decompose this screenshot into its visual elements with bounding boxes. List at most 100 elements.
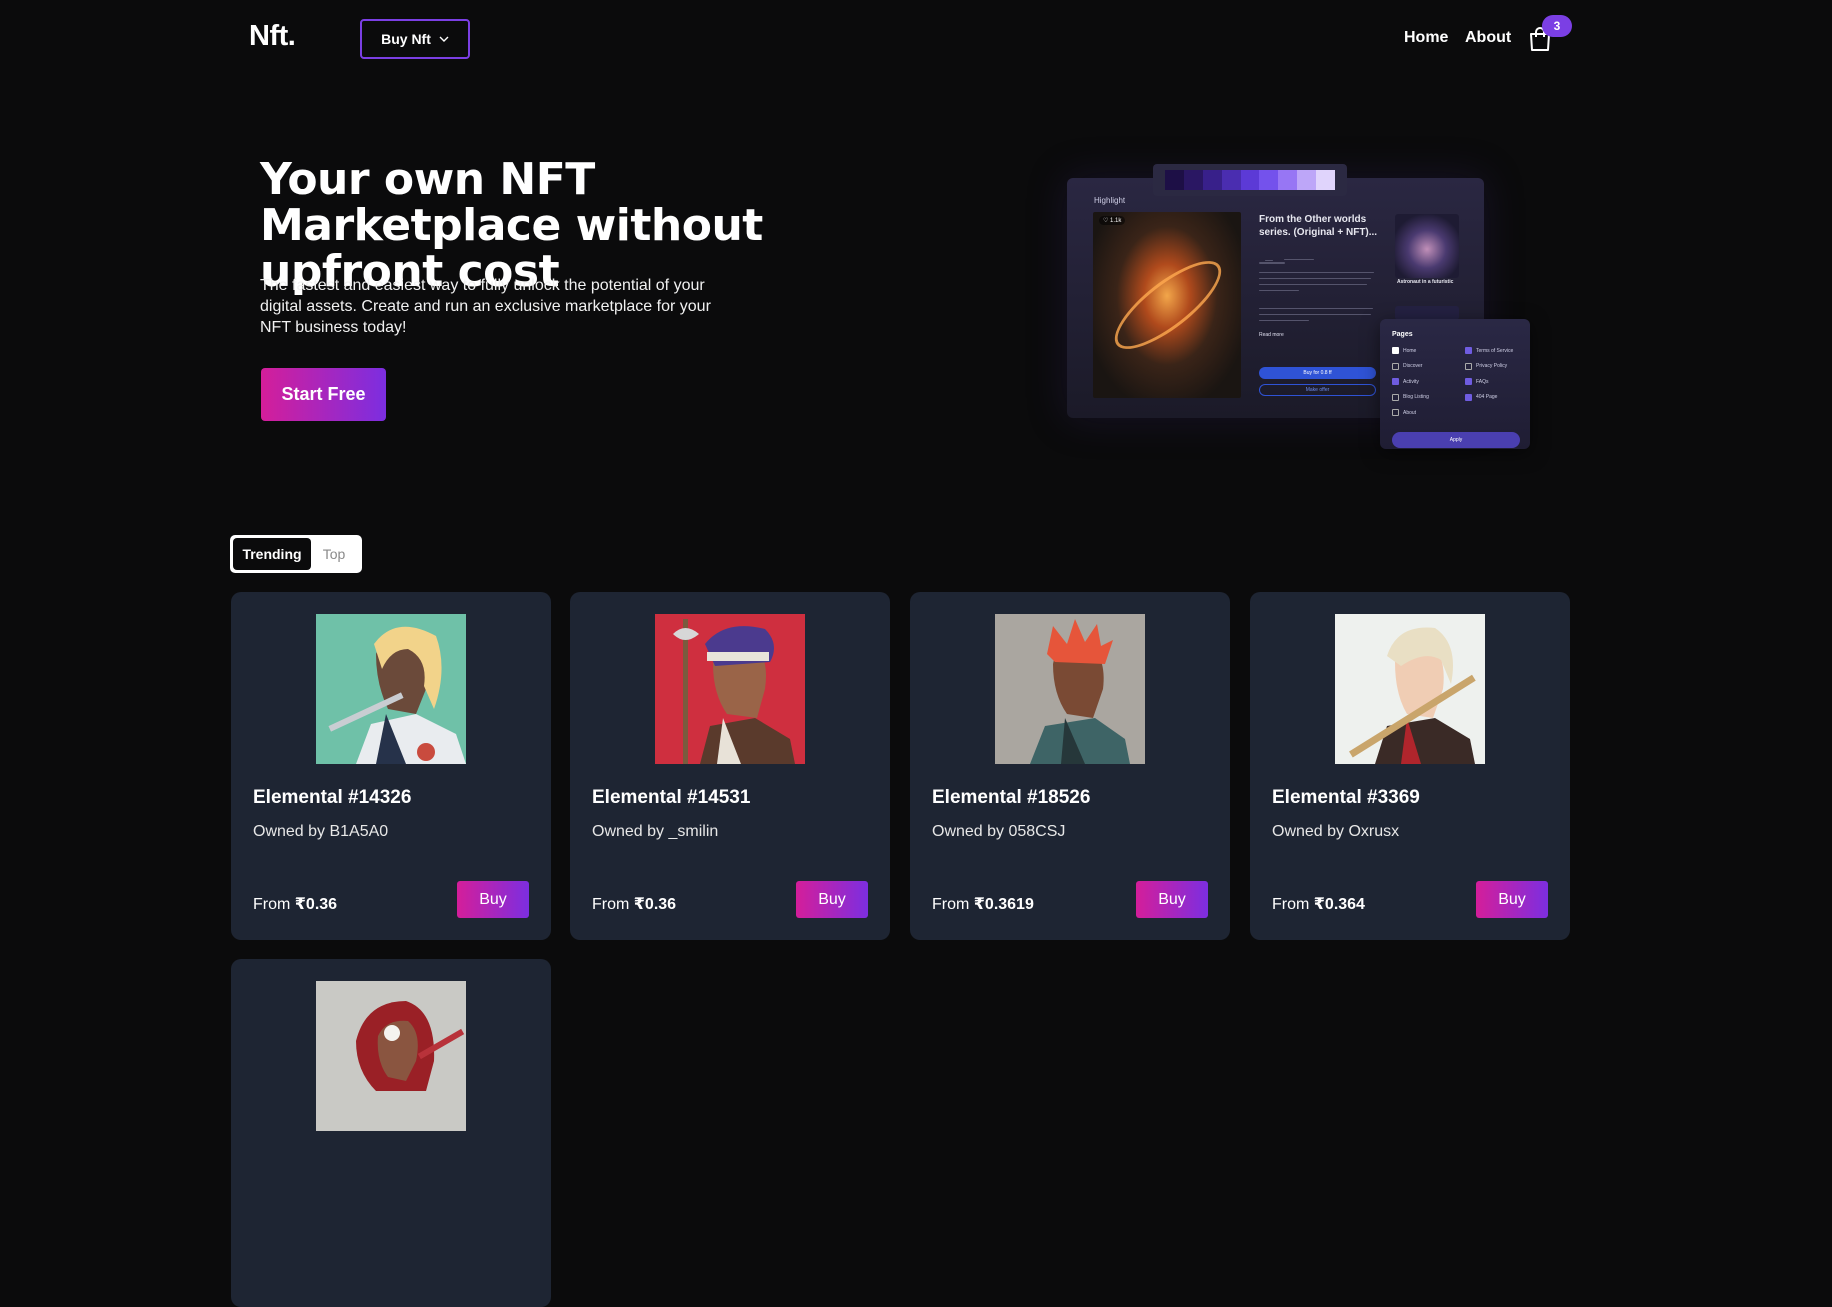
checkbox-icon [1392, 347, 1399, 354]
pages-filter-option: Blog Listing [1392, 393, 1429, 401]
nft-card[interactable] [231, 959, 551, 1307]
nft-price-value: ₹0.3619 [973, 896, 1034, 913]
pages-filter-option-label: FAQs [1476, 378, 1489, 385]
pages-filter-option-label: Blog Listing [1403, 394, 1429, 401]
pages-filter-option: Terms of Service [1465, 347, 1513, 354]
palette-swatch [1221, 170, 1241, 190]
nft-price-prefix: From [592, 896, 634, 913]
preview-art-title: From the Other worlds series. (Original … [1259, 214, 1378, 238]
preview-text-line [1259, 262, 1285, 264]
preview-text-line [1259, 320, 1309, 321]
checkbox-icon [1465, 347, 1472, 354]
checkbox-icon [1392, 378, 1399, 386]
nft-price-prefix: From [932, 896, 974, 913]
preview-buy-button: Buy for 0.8 ff [1259, 367, 1376, 379]
palette-swatch [1297, 170, 1317, 190]
nft-name: Elemental #3369 [1272, 787, 1420, 808]
preview-text-line [1259, 308, 1373, 309]
checkbox-icon [1465, 362, 1472, 370]
pages-filter-option-label: Home [1403, 347, 1417, 354]
nft-image[interactable] [316, 614, 466, 764]
chevron-down-icon [439, 36, 449, 42]
pages-filter-option: Activity [1392, 378, 1419, 386]
nft-price: From ₹0.36 [253, 894, 337, 914]
nft-price-value: ₹0.364 [1313, 896, 1365, 913]
preview-text-line [1259, 314, 1371, 315]
nft-price: From ₹0.364 [1272, 894, 1365, 914]
pages-filter-option-label: About [1403, 409, 1417, 416]
nft-image[interactable] [995, 614, 1145, 764]
palette-swatch [1240, 170, 1260, 190]
nft-name: Elemental #18526 [932, 787, 1091, 808]
nav-about-link[interactable]: About [1465, 29, 1511, 47]
hero-subtitle: The fastest and easiest way to fully unl… [260, 277, 711, 336]
artwork-ring [1102, 246, 1234, 364]
nft-card[interactable]: Elemental #14326 Owned by B1A5A0 From ₹0… [231, 592, 551, 940]
pages-apply-button: Apply [1392, 432, 1520, 448]
buy-button[interactable]: Buy [457, 881, 529, 918]
color-palette [1153, 164, 1347, 196]
checkbox-icon [1465, 378, 1472, 386]
start-free-button[interactable]: Start Free [261, 368, 386, 421]
nft-image[interactable] [1335, 614, 1485, 764]
pages-filter-option: About [1392, 409, 1417, 417]
buy-button[interactable]: Buy [1136, 881, 1208, 918]
pages-filter-option: Home [1392, 347, 1416, 354]
cart-count-badge: 3 [1542, 15, 1572, 37]
palette-swatch [1202, 170, 1222, 190]
nft-image[interactable] [655, 614, 805, 764]
pages-filter-option-label: Discover [1403, 363, 1423, 370]
buy-nft-dropdown[interactable]: Buy Nft [360, 19, 470, 59]
preview-text-line [1259, 290, 1299, 291]
nft-card[interactable]: Elemental #14531 Owned by _smilin From ₹… [570, 592, 890, 940]
tab-trending[interactable]: Trending [233, 538, 311, 570]
palette-swatch [1316, 170, 1336, 190]
nft-name: Elemental #14326 [253, 787, 412, 808]
buy-nft-label: Buy Nft [381, 31, 431, 47]
pages-filter-option-label: Terms of Service [1476, 347, 1514, 354]
nft-card[interactable]: Elemental #3369 Owned by Oxrusx From ₹0.… [1250, 592, 1570, 940]
astronaut-artwork: ♡ 1.1k [1093, 212, 1241, 398]
pages-filter-option: Privacy Policy [1465, 362, 1508, 370]
pages-filter-option: 404 Page [1465, 393, 1498, 401]
nft-price: From ₹0.36 [592, 894, 676, 914]
pages-filter-option-label: Privacy Policy [1476, 363, 1508, 370]
preview-text-line [1259, 272, 1374, 273]
preview-text-line [1284, 259, 1314, 260]
nft-card[interactable]: Elemental #18526 Owned by 058CSJ From ₹0… [910, 592, 1230, 940]
pages-filter-option: FAQs [1465, 378, 1489, 386]
top-nav: Nft. Buy Nft Home About 3 [0, 0, 1832, 80]
buy-button[interactable]: Buy [1476, 881, 1548, 918]
preview-text-line [1259, 278, 1371, 279]
nft-price-value: ₹0.36 [633, 896, 677, 913]
checkbox-icon [1392, 393, 1399, 401]
palette-swatch [1278, 170, 1298, 190]
palette-swatch [1259, 170, 1279, 190]
preview-thumbnail [1395, 214, 1459, 278]
preview-offer-button: Make offer [1259, 384, 1376, 396]
nft-price: From ₹0.3619 [932, 894, 1034, 914]
preview-text-line [1265, 260, 1273, 261]
pages-filter-title: Pages [1392, 331, 1413, 338]
nft-price-value: ₹0.36 [294, 896, 338, 913]
preview-likes: ♡ 1.1k [1099, 216, 1126, 225]
preview-text-line [1259, 284, 1367, 285]
palette-swatch [1165, 170, 1184, 190]
pages-filter-option: Discover [1392, 362, 1423, 370]
checkbox-icon [1392, 409, 1399, 417]
preview-thumbnail [1395, 306, 1459, 320]
nav-home-link[interactable]: Home [1404, 29, 1448, 47]
palette-swatch [1183, 170, 1203, 190]
logo[interactable]: Nft. [249, 20, 296, 53]
pages-filter-option-label: 404 Page [1476, 394, 1498, 401]
nft-name: Elemental #14531 [592, 787, 751, 808]
tab-top[interactable]: Top [311, 538, 357, 570]
buy-button[interactable]: Buy [796, 881, 868, 918]
nft-image[interactable] [316, 981, 466, 1131]
checkbox-icon [1465, 393, 1472, 401]
pages-filter-option-label: Activity [1403, 378, 1419, 385]
nft-owner: Owned by 058CSJ [932, 823, 1066, 840]
preview-read-more: Read more [1259, 332, 1284, 338]
preview-highlight-label: Highlight [1094, 196, 1126, 205]
checkbox-icon [1392, 362, 1399, 370]
